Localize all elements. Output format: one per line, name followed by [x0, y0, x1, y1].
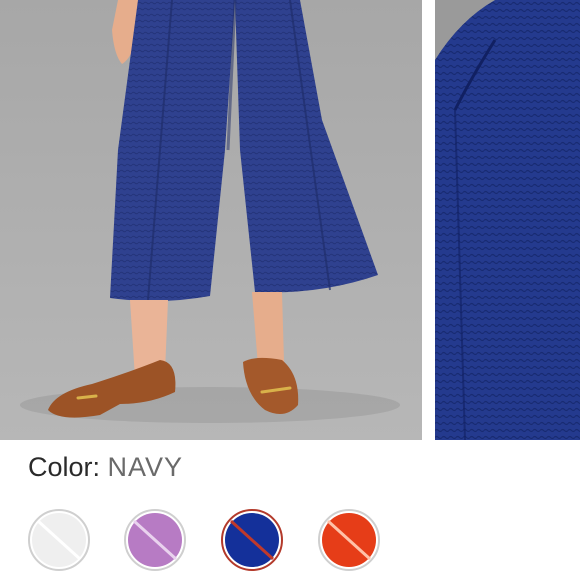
product-photo-detail[interactable]	[435, 0, 580, 440]
swatch-white-fill	[32, 513, 86, 567]
product-image-gallery	[0, 0, 580, 440]
color-label-prefix: Color:	[28, 452, 101, 482]
swatch-red-orange[interactable]	[318, 509, 380, 571]
swatch-navy-selected[interactable]	[221, 509, 283, 571]
color-swatch-list	[0, 505, 580, 575]
swatch-navy-fill	[225, 513, 279, 567]
fabric-detail-illustration	[435, 0, 580, 440]
product-photo-main[interactable]	[0, 0, 422, 440]
swatch-lilac[interactable]	[124, 509, 186, 571]
model-illustration	[0, 0, 422, 440]
color-label: Color: NAVY	[28, 452, 183, 483]
swatch-lilac-fill	[128, 513, 182, 567]
selected-color-name: NAVY	[107, 452, 184, 482]
swatch-white[interactable]	[28, 509, 90, 571]
swatch-red-orange-fill	[322, 513, 376, 567]
